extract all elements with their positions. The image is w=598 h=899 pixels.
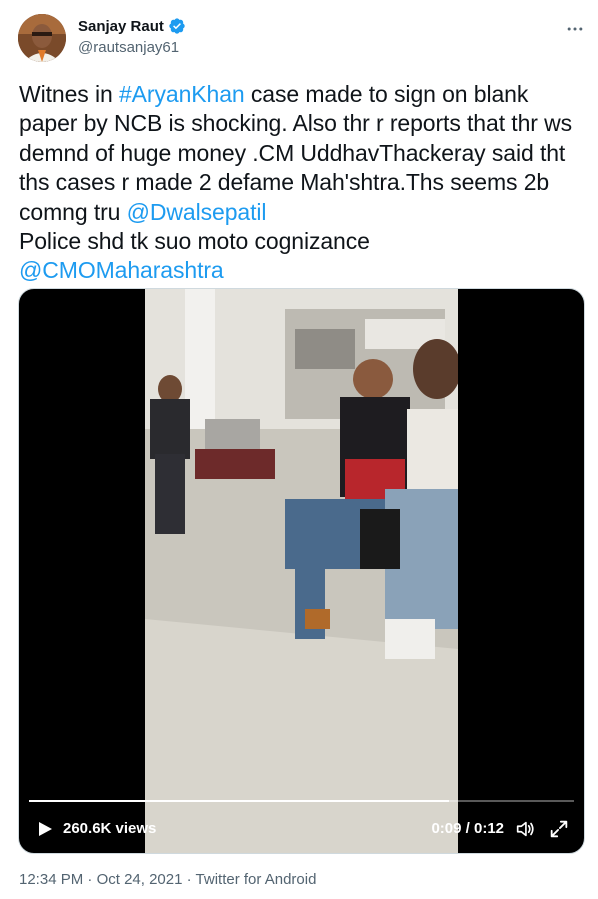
tweet-text-segment: Police shd tk suo moto cognizance: [19, 228, 370, 255]
mention-link[interactable]: @CMOMaharashtra: [19, 257, 224, 283]
tweet-text: Witnes in #AryanKhan case made to sign o…: [19, 80, 579, 286]
tweet-text-line: demnd of huge money .CM UddhavThackeray …: [19, 139, 579, 168]
tweet-text-segment: ths cases r made 2 defame Mah'shtra.Ths …: [19, 169, 550, 196]
more-options-button[interactable]: [560, 14, 590, 44]
hashtag-link[interactable]: #AryanKhan: [119, 81, 245, 107]
meta-separator: ·: [87, 871, 93, 888]
mention-link[interactable]: @Dwalsepatil: [127, 199, 267, 225]
tweet-text-line: @CMOMaharashtra: [19, 256, 579, 285]
meta-separator: ·: [186, 871, 192, 888]
fullscreen-button[interactable]: [548, 818, 570, 840]
tweet-date: Oct 24, 2021: [96, 871, 183, 888]
tweet-meta: 12:34 PM · Oct 24, 2021 · Twitter for An…: [19, 871, 316, 888]
mute-button[interactable]: [514, 818, 536, 840]
video-progress-fill: [29, 800, 449, 802]
tweet-text-segment: paper by NCB is shocking. Also thr r rep…: [19, 110, 573, 137]
author-name-row[interactable]: Sanjay Raut: [78, 17, 186, 35]
tweet-text-line: comng tru @Dwalsepatil: [19, 198, 579, 227]
tweet-text-line: ths cases r made 2 defame Mah'shtra.Ths …: [19, 168, 579, 197]
tweet-text-line: Witnes in #AryanKhan case made to sign o…: [19, 80, 579, 109]
video-frame[interactable]: [145, 289, 458, 853]
tweet-time-link[interactable]: 12:34 PM · Oct 24, 2021: [19, 871, 182, 888]
tweet-source-link[interactable]: Twitter for Android: [196, 871, 317, 888]
play-icon: [39, 822, 52, 836]
tweet-text-segment: case made to sign on blank: [244, 81, 529, 107]
author-handle[interactable]: @rautsanjay61: [78, 39, 179, 56]
tweet-time: 12:34 PM: [19, 871, 84, 888]
more-horizontal-icon: [567, 27, 583, 31]
view-count: 260.6K views: [63, 820, 157, 837]
tweet-text-line: Police shd tk suo moto cognizance: [19, 227, 579, 256]
tweet-text-segment: comng tru: [19, 198, 127, 225]
tweet-text-line: paper by NCB is shocking. Also thr r rep…: [19, 109, 579, 138]
tweet-text-segment: Witnes in: [19, 81, 119, 107]
fullscreen-icon: [550, 820, 568, 838]
video-player[interactable]: 260.6K views 0:09 / 0:12: [18, 288, 585, 854]
video-time: 0:09 / 0:12: [431, 820, 504, 837]
volume-icon: [516, 821, 534, 837]
video-progress-track[interactable]: [29, 800, 574, 802]
play-button[interactable]: [35, 819, 55, 839]
display-name[interactable]: Sanjay Raut: [78, 18, 164, 35]
verified-badge-icon: [168, 17, 186, 35]
avatar[interactable]: [18, 14, 66, 62]
tweet-text-segment: demnd of huge money .CM UddhavThackeray …: [19, 139, 566, 166]
